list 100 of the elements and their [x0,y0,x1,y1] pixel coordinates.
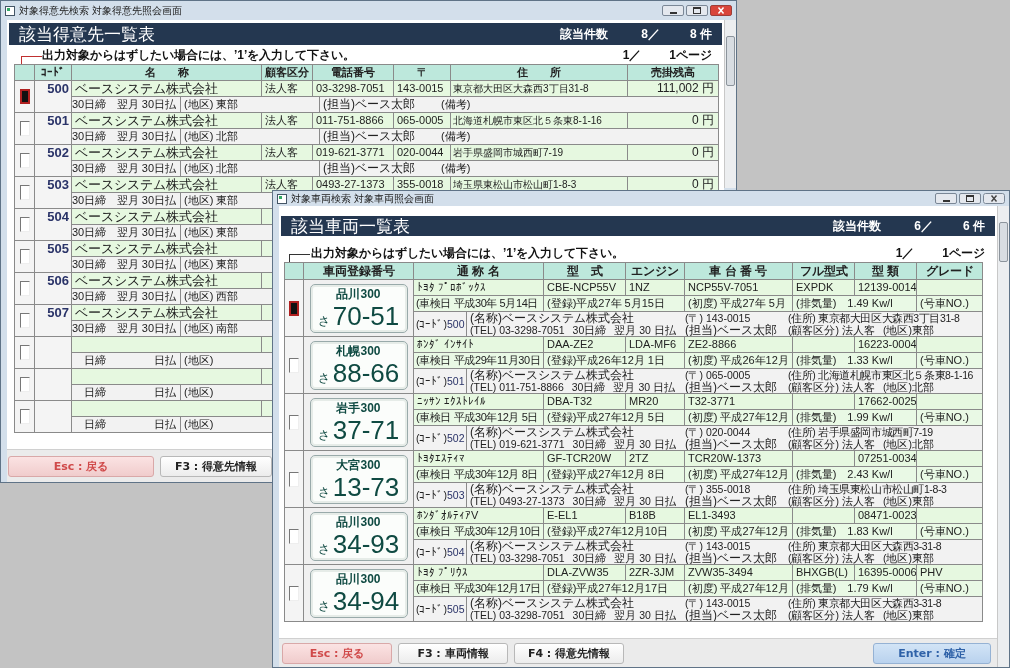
company-name: (名称)ベースシステム株式会社 [470,597,635,609]
exclude-field[interactable] [19,345,30,360]
area-text: (地区)東部 [882,609,934,621]
exclude-field[interactable] [19,217,30,232]
match-count: 6／ [913,217,933,235]
table-cell: 法人客 [262,145,313,161]
scrollbar[interactable] [997,206,1009,667]
table-cell: 011-751-8866 [313,113,394,129]
plate-region: 大宮300 [336,457,381,472]
match-count: 8／ [640,25,660,43]
exclude-field[interactable] [289,528,299,544]
company-name: (名称)ベースシステム株式会社 [470,312,635,324]
exclude-field[interactable] [19,185,30,200]
window-title: 対象得意先検索 対象得意先照会画面 [19,3,182,18]
staff-text: (担当)ベース太郎 [322,97,416,112]
exclude-field[interactable] [19,313,30,328]
name-cell: ベースシステム株式会社 [72,145,262,161]
minimize-button[interactable] [662,5,684,16]
page-count: 1ページ [942,245,985,262]
window-icon [5,5,15,16]
column-header: 車 台 番 号 [685,263,793,280]
column-header: エンジン [626,263,685,280]
minimize-button[interactable] [935,193,957,204]
table-cell: (車検日 平成30年12月10日 [414,524,544,540]
table-cell: PHV [917,565,983,581]
column-header: 通 称 名 [414,263,544,280]
exclude-field[interactable] [19,249,30,264]
payment-day: 日払 [106,417,181,432]
plate-region: 岩手300 [336,400,381,415]
column-header: フル型式 [793,263,855,280]
code-cell: 501 [35,113,72,145]
phone-text: (TEL) 019-621-3771 [470,438,565,450]
closing-day: 30日締 [72,225,106,240]
exclude-field[interactable] [19,121,30,136]
table-cell: 法人客 [262,113,313,129]
table-cell: 08471-0023 [855,508,917,524]
payment-day: 翌月 30 日払 [614,324,676,336]
exclude-field[interactable] [19,409,30,424]
total-count: 6 件 [962,217,985,235]
staff-text: (担当)ベース太郎 [685,552,778,564]
maximize-button[interactable] [959,193,981,204]
payment-day: 翌月 30日払 [106,193,181,208]
closing-day: 日締 [72,353,106,368]
staff-text: (担当)ベース太郎 [685,324,778,336]
action-button[interactable]: Enter : 確定 [873,642,991,664]
action-button[interactable]: F4 : 得意先情報 [514,642,624,664]
payment-day: 翌月 30日払 [106,97,181,112]
name-cell: ベースシステム株式会社 [72,305,262,321]
table-cell: 17662-0025 [855,394,917,410]
action-button[interactable]: F3 : 車両情報 [398,642,508,664]
column-header: 電話番号 [313,65,394,81]
instruction-text: 出力対象からはずしたい場合には、’1’を入力して下さい。 [42,47,357,64]
table-cell: 020-0044 [394,145,451,161]
action-button[interactable]: F3 : 得意先情報 [160,455,272,477]
table-cell: ﾎﾝﾀﾞｵﾙﾃｨｱV [414,508,544,524]
exclude-field[interactable] [19,377,30,392]
scrollbar-thumb[interactable] [726,36,735,86]
exclude-field[interactable] [289,300,299,316]
zip-text: (〒) 143-0015 [685,597,752,609]
table-cell: LDA-MF6 [626,337,685,353]
table-cell: (号車NO.) [917,410,983,426]
customer-code: 505 [447,603,465,615]
exclude-field[interactable] [19,153,30,168]
name-cell: ベースシステム株式会社 [72,113,262,129]
phone-text: (TEL) 011-751-8866 [470,381,564,393]
exclude-field[interactable] [19,89,30,104]
payment-day: 翌月 30 日払 [614,495,676,507]
close-button[interactable] [710,5,732,16]
table-cell: (登録)平成27年 5月15日 [544,296,685,312]
customer-code: 501 [447,375,465,387]
table-cell: ZVW35-3494 [685,565,793,581]
code-cell: 504 [35,209,72,241]
table-cell: (号車NO.) [917,467,983,483]
table-cell: (初度) 平成27年 5月 [685,296,793,312]
closing-day: 日締 [72,385,106,400]
column-header: 型 式 [544,263,626,280]
scrollbar[interactable] [724,20,736,188]
closing-day: 30日締 [72,161,106,176]
table-cell: (車検日 平成29年11月30日 [414,353,544,369]
code-label: (ｺｰﾄﾞ) [416,375,447,387]
exclude-field[interactable] [289,414,299,430]
zip-text: (〒) 143-0015 [685,312,752,324]
staff-text: (担当)ベース太郎 [322,129,416,144]
plate-number: 70-51 [332,300,400,331]
closing-day: 30日締 [72,129,106,144]
exclude-field[interactable] [289,585,299,601]
column-header: 名 称 [72,65,262,81]
exclude-field[interactable] [289,357,299,373]
customer-type: (顧客区分) 法人客 [788,438,875,450]
exclude-field[interactable] [289,471,299,487]
maximize-button[interactable] [686,5,708,16]
exclude-field[interactable] [19,281,30,296]
column-header: 売掛残高 [628,65,719,81]
window-icon [277,193,287,204]
table-cell: (登録)平成27年12月 8日 [544,467,685,483]
payment-day: 日払 [106,353,181,368]
close-button[interactable] [983,193,1005,204]
scrollbar-thumb[interactable] [999,222,1008,262]
payment-day: 翌月 30 日払 [614,438,676,450]
plate-number: 13-73 [332,471,400,502]
